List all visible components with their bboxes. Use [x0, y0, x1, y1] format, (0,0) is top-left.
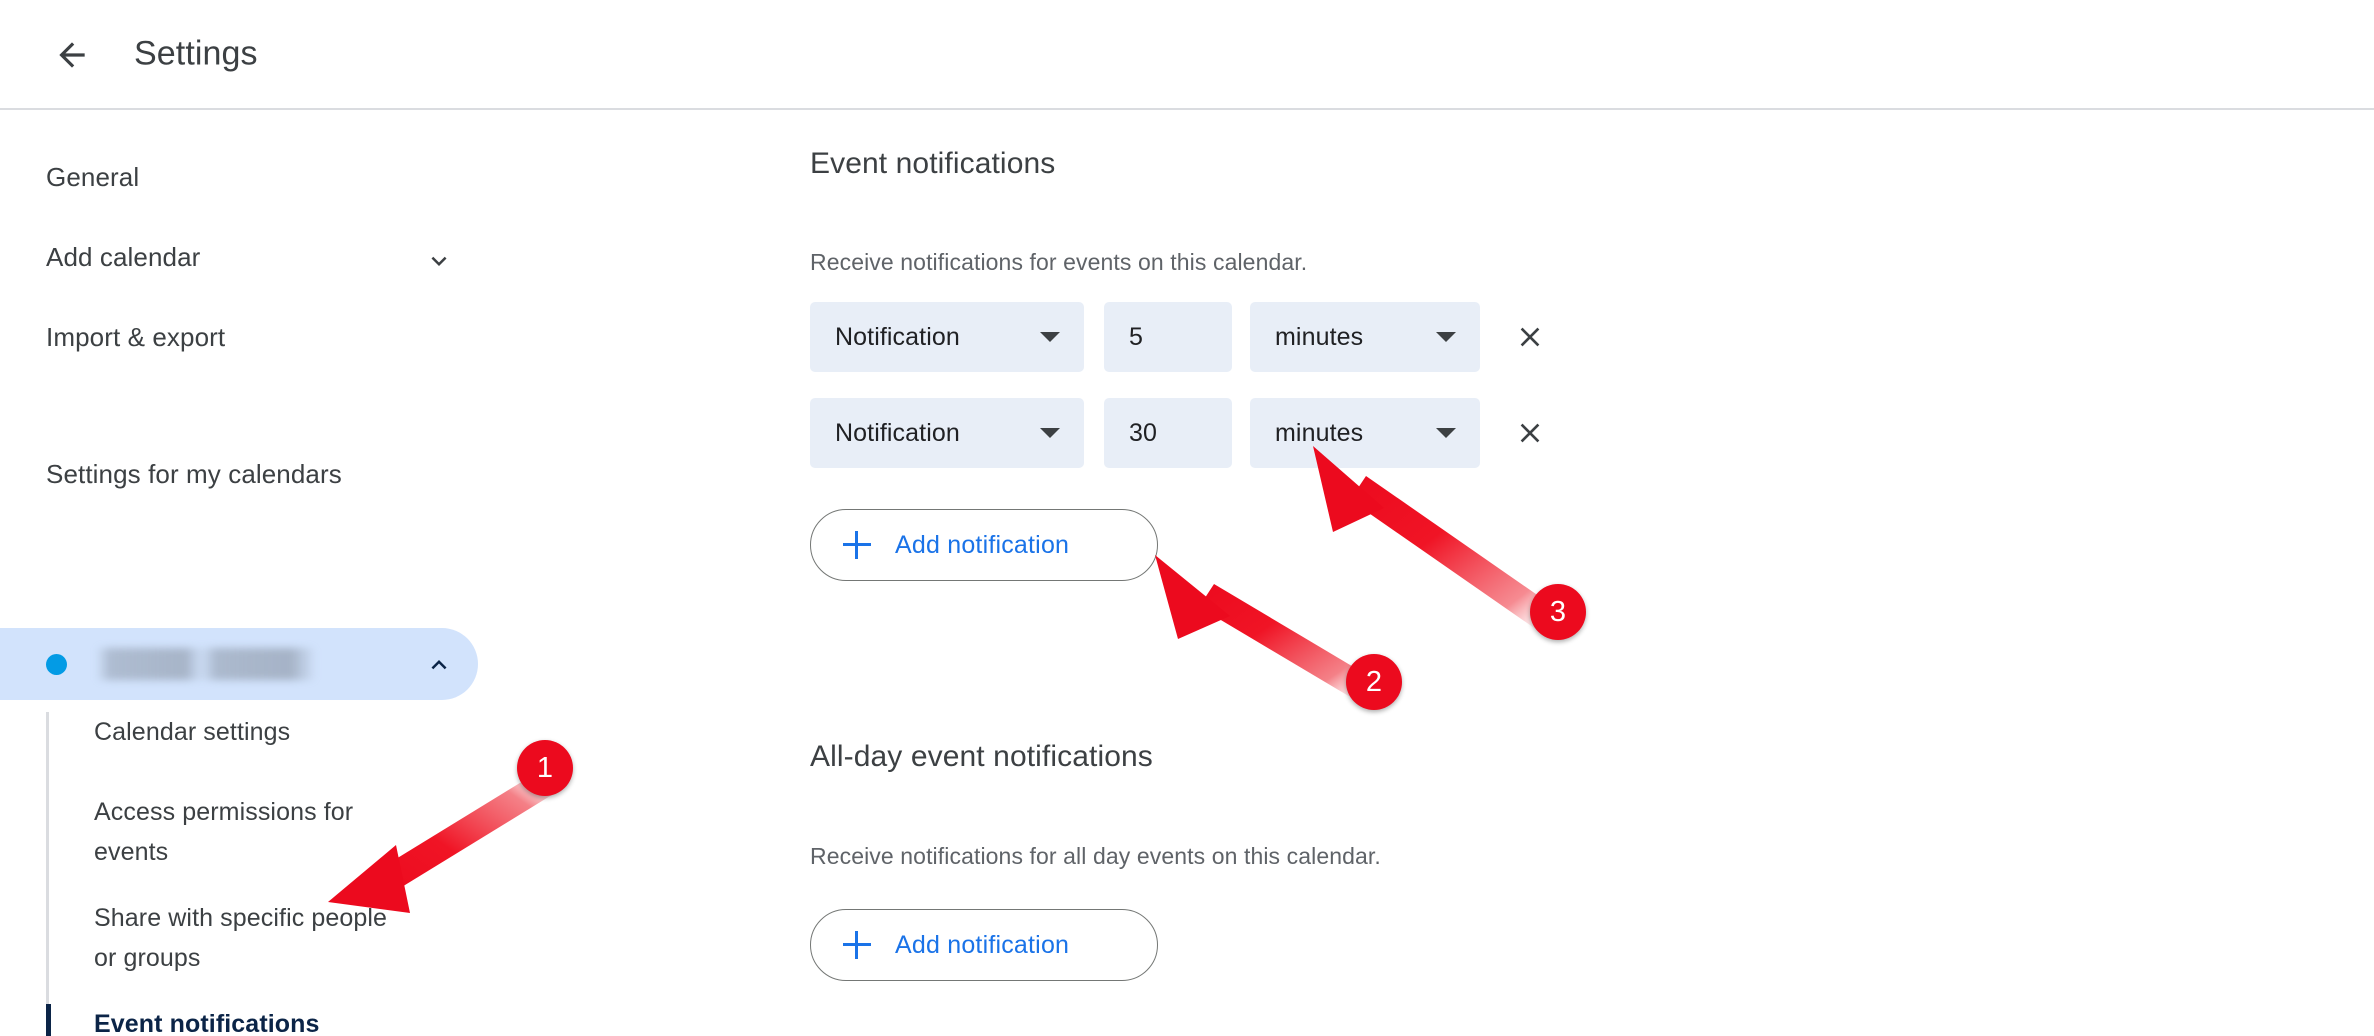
page-title: Settings — [134, 34, 258, 73]
sidebar-item-share-with-people[interactable]: Share with specific people or groups — [94, 898, 394, 978]
add-notification-button-events[interactable]: Add notification — [810, 509, 1158, 581]
sidebar-section-title: Settings for my calendars — [46, 459, 342, 489]
close-icon — [1520, 327, 1540, 347]
notification-type-dropdown[interactable]: Notification — [810, 302, 1084, 372]
notification-type-value: Notification — [835, 322, 960, 351]
arrow-left-icon — [59, 42, 85, 68]
notification-unit-dropdown[interactable]: minutes — [1250, 398, 1480, 468]
settings-sidebar: General Add calendar Import & export Set… — [0, 112, 810, 1036]
calendar-name-redacted — [96, 648, 316, 680]
event-notifications-heading: Event notifications — [810, 147, 1056, 180]
notification-amount-input[interactable]: 30 — [1104, 398, 1232, 468]
sidebar-item-general[interactable]: General — [46, 162, 139, 193]
remove-notification-button[interactable] — [1510, 413, 1550, 453]
notification-amount-input[interactable]: 5 — [1104, 302, 1232, 372]
submenu-rail — [46, 712, 49, 1036]
sidebar-item-event-notifications[interactable]: Event notifications — [94, 1004, 394, 1036]
notification-unit-value: minutes — [1275, 322, 1364, 351]
chevron-up-icon[interactable] — [424, 650, 454, 680]
calendar-color-dot — [46, 654, 67, 675]
notification-type-value: Notification — [835, 418, 960, 447]
allday-notifications-heading: All-day event notifications — [810, 740, 1153, 773]
notification-amount-value: 30 — [1129, 418, 1158, 447]
allday-notifications-description: Receive notifications for all day events… — [810, 843, 1381, 869]
close-icon — [1520, 423, 1540, 443]
plus-icon — [843, 931, 871, 959]
add-notification-button-allday[interactable]: Add notification — [810, 909, 1158, 981]
sidebar-item-import-export[interactable]: Import & export — [46, 322, 225, 353]
back-button[interactable] — [40, 23, 104, 87]
sidebar-calendar-item[interactable] — [0, 628, 478, 700]
app-header: Settings — [0, 0, 2374, 110]
sidebar-item-add-calendar[interactable]: Add calendar — [46, 242, 200, 273]
notification-type-dropdown[interactable]: Notification — [810, 398, 1084, 468]
remove-notification-button[interactable] — [1510, 317, 1550, 357]
notification-unit-value: minutes — [1275, 418, 1364, 447]
plus-icon — [843, 531, 871, 559]
chevron-down-icon — [1040, 428, 1060, 438]
chevron-down-icon[interactable] — [424, 246, 454, 276]
chevron-down-icon — [1040, 332, 1060, 342]
event-notifications-description: Receive notifications for events on this… — [810, 249, 1308, 275]
notification-unit-dropdown[interactable]: minutes — [1250, 302, 1480, 372]
add-notification-label: Add notification — [895, 530, 1070, 559]
chevron-down-icon — [1436, 332, 1456, 342]
settings-page: Settings General Add calendar Import & e… — [0, 0, 2374, 1036]
sidebar-item-access-permissions[interactable]: Access permissions for events — [94, 792, 394, 872]
chevron-down-icon — [1436, 428, 1456, 438]
sidebar-item-calendar-settings[interactable]: Calendar settings — [94, 712, 394, 752]
add-notification-label: Add notification — [895, 930, 1070, 959]
notification-amount-value: 5 — [1129, 322, 1144, 351]
settings-main-panel: Event notifications Receive notification… — [810, 112, 2374, 1036]
active-indicator-bar — [46, 1004, 51, 1036]
